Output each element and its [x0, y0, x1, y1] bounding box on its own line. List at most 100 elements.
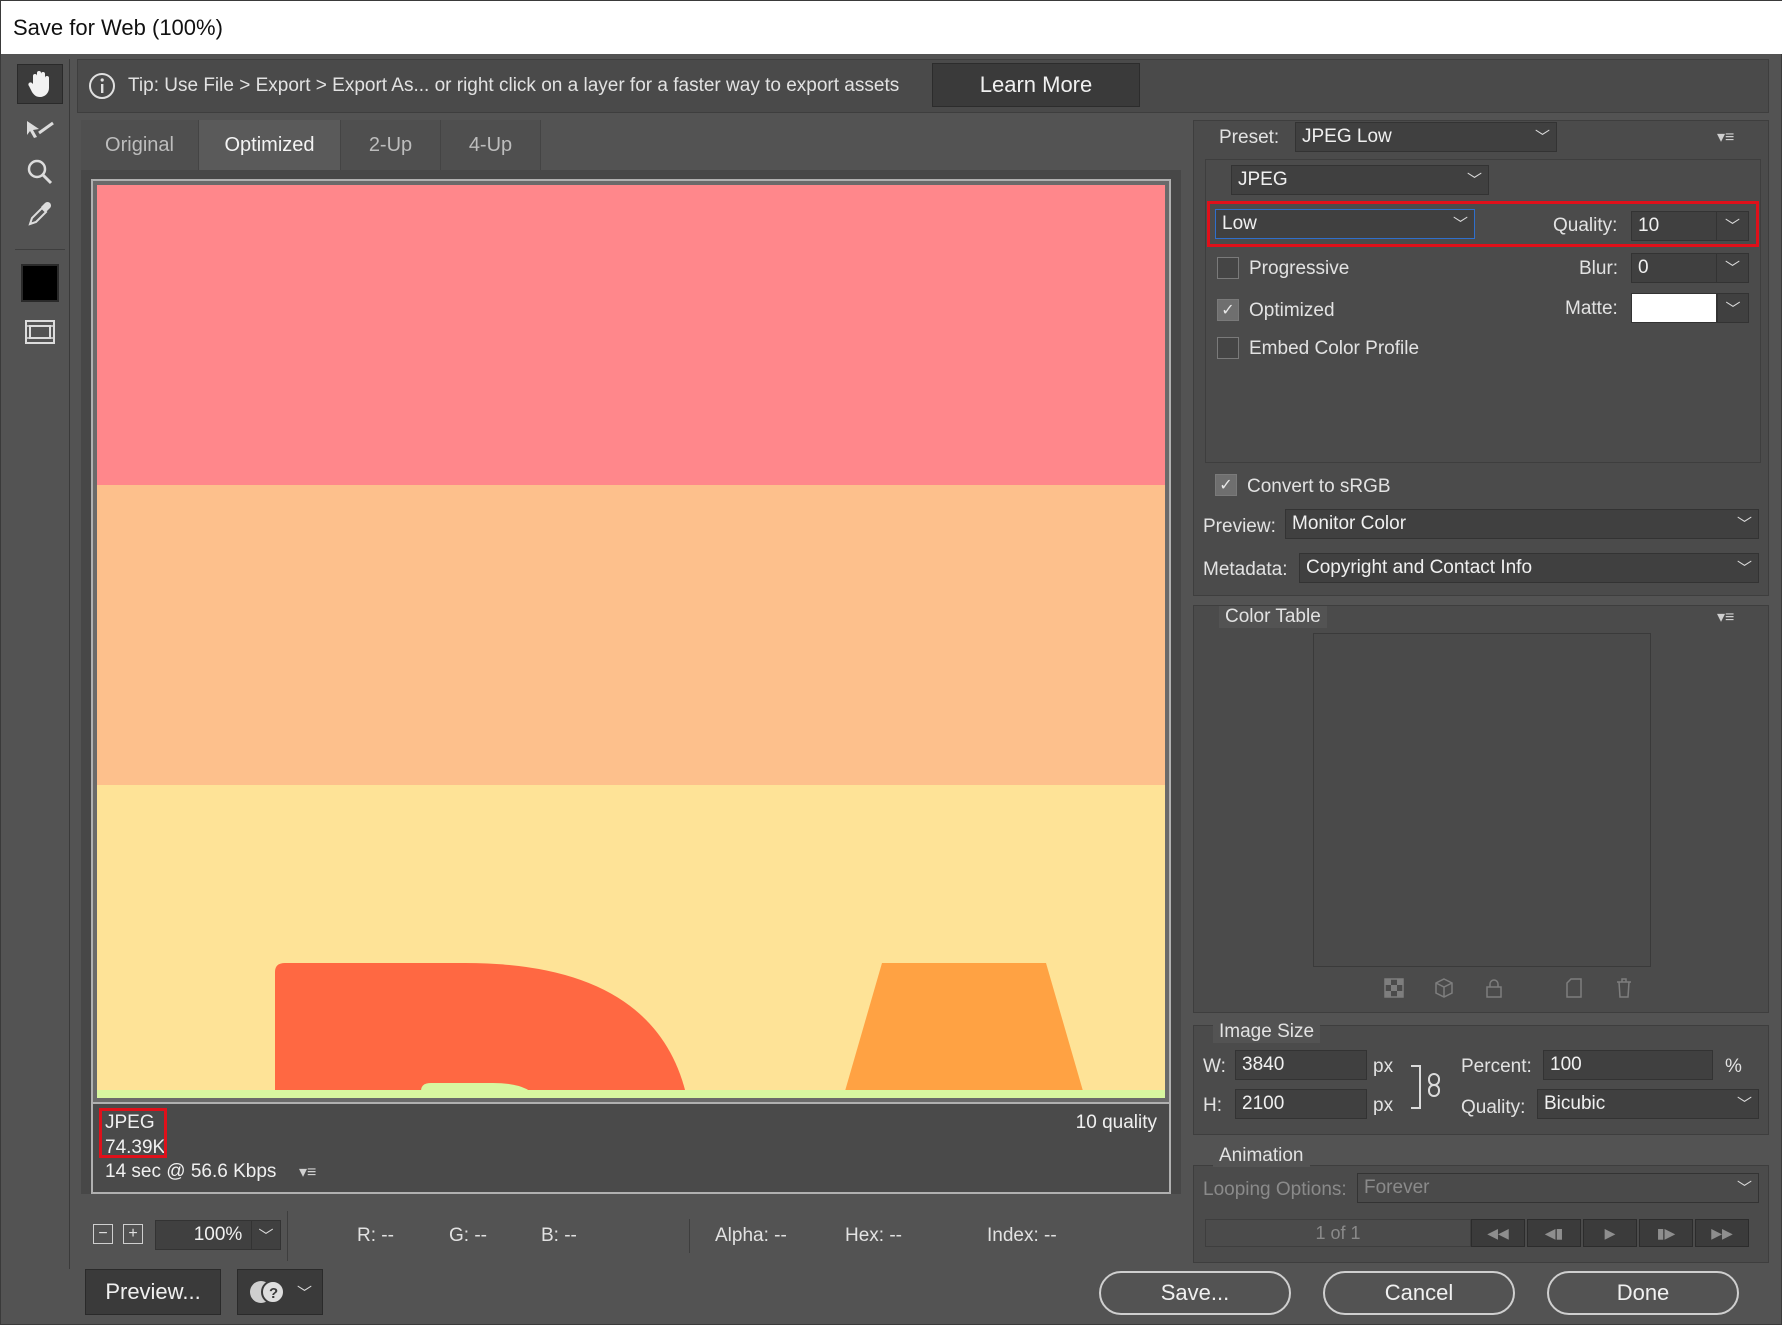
highlight-box [99, 1108, 167, 1158]
preview-color-dropdown[interactable]: Monitor Color ﹀ [1285, 509, 1759, 539]
quality-input[interactable]: 10 ﹀ [1631, 211, 1749, 241]
zoom-out-button[interactable]: − [93, 1224, 113, 1244]
tab-optimized[interactable]: Optimized [199, 120, 341, 170]
tab-original[interactable]: Original [81, 120, 199, 170]
tip-text: Tip: Use File > Export > Export As... or… [128, 75, 900, 96]
percent-unit: % [1725, 1056, 1742, 1077]
chevron-down-icon: ﹀ [1736, 1180, 1752, 1197]
metadata-dropdown[interactable]: Copyright and Contact Info ﹀ [1299, 553, 1759, 583]
eyedropper-icon[interactable] [17, 194, 63, 234]
tip-bar: Tip: Use File > Export > Export As... or… [77, 59, 1769, 113]
alpha-readout: Alpha: -- [715, 1225, 787, 1246]
chevron-down-icon: ﹀ [1466, 172, 1482, 189]
blur-input[interactable]: 0 ﹀ [1631, 253, 1749, 283]
canvas-bottom-strip [97, 1090, 1165, 1098]
chevron-down-icon: ﹀ [1736, 1096, 1752, 1113]
canvas-trapezoid-shape [843, 963, 1085, 1098]
cube-icon [1433, 977, 1455, 999]
cancel-button[interactable]: Cancel [1323, 1271, 1515, 1315]
metadata-label: Metadata: [1203, 559, 1288, 580]
compression-quality-dropdown[interactable]: Low ﹀ [1215, 209, 1475, 239]
chevron-down-icon: ﹀ [1736, 516, 1752, 533]
browser-preview-button[interactable]: ? ﹀ [237, 1269, 323, 1315]
matte-color-swatch[interactable] [1631, 293, 1717, 323]
looping-options-label: Looping Options: [1203, 1179, 1347, 1200]
embed-color-profile-label: Embed Color Profile [1249, 338, 1420, 359]
file-format-dropdown[interactable]: JPEG ﹀ [1231, 165, 1489, 195]
percent-label: Percent: [1461, 1056, 1532, 1077]
first-frame-icon[interactable]: ◀◀ [1471, 1219, 1525, 1247]
lock-icon [1483, 977, 1505, 999]
trash-icon [1613, 977, 1635, 999]
progressive-label: Progressive [1249, 258, 1350, 279]
web-snap-icon [1383, 977, 1405, 999]
progressive-checkbox[interactable] [1217, 257, 1239, 279]
looping-options-dropdown[interactable]: Forever ﹀ [1357, 1173, 1759, 1203]
chevron-down-icon[interactable]: ﹀ [251, 1220, 281, 1250]
link-icon[interactable] [1427, 1073, 1441, 1097]
percent-input[interactable]: 100 [1543, 1050, 1713, 1080]
quality-note: 10 quality [1075, 1112, 1157, 1133]
preset-label: Preset: [1219, 127, 1280, 148]
width-label: W: [1203, 1056, 1226, 1077]
height-input[interactable]: 2100 [1235, 1089, 1367, 1119]
browser-globe-icon: ? [250, 1280, 285, 1304]
toggle-slices-icon[interactable] [17, 312, 63, 352]
looping-options-value: Forever [1364, 1177, 1430, 1198]
resample-quality-label: Quality: [1461, 1097, 1526, 1118]
hand-icon[interactable] [17, 64, 63, 104]
chevron-down-icon: ﹀ [1534, 129, 1550, 146]
blue-readout: B: -- [541, 1225, 577, 1246]
preview-button[interactable]: Preview... [85, 1269, 221, 1315]
previous-frame-icon[interactable]: ◀▮ [1527, 1219, 1581, 1247]
file-format-value: JPEG [1238, 169, 1288, 190]
animation-title: Animation [1213, 1145, 1310, 1167]
tab-2-up[interactable]: 2-Up [341, 120, 441, 170]
matte-label: Matte: [1565, 298, 1618, 319]
chevron-down-icon[interactable]: ﹀ [1717, 293, 1749, 323]
convert-srgb-checkbox[interactable]: ✓ [1215, 474, 1237, 496]
next-frame-icon[interactable]: ▮▶ [1639, 1219, 1693, 1247]
chevron-down-icon[interactable]: ﹀ [1716, 254, 1748, 282]
hex-readout: Hex: -- [845, 1225, 902, 1246]
tab-4-up[interactable]: 4-Up [441, 120, 541, 170]
optimization-info: JPEG 74.39K 14 sec @ 56.6 Kbps ▾≡ 10 qua… [91, 1104, 1171, 1194]
save-for-web-dialog: Save for Web (100%) Tip: Use File > Expo… [0, 0, 1782, 1325]
chevron-down-icon[interactable]: ﹀ [1716, 212, 1748, 240]
preview-label: Preview: [1203, 516, 1276, 537]
width-input[interactable]: 3840 [1235, 1050, 1367, 1080]
save-button[interactable]: Save... [1099, 1271, 1291, 1315]
color-table-menu-icon[interactable]: ▾≡ [1717, 607, 1734, 627]
zoom-in-button[interactable]: + [123, 1224, 143, 1244]
preset-dropdown[interactable]: JPEG Low ﹀ [1295, 122, 1557, 152]
quality-label: Quality: [1553, 215, 1618, 236]
embed-color-profile-checkbox[interactable] [1217, 337, 1239, 359]
color-table-grid[interactable] [1313, 633, 1651, 967]
done-button[interactable]: Done [1547, 1271, 1739, 1315]
learn-more-button[interactable]: Learn More [932, 63, 1140, 107]
chevron-down-icon[interactable]: ﹀ [297, 1282, 312, 1303]
width-unit: px [1373, 1056, 1394, 1077]
last-frame-icon[interactable]: ▶▶ [1695, 1219, 1749, 1247]
color-swatch[interactable] [21, 264, 59, 302]
blur-value: 0 [1638, 257, 1649, 278]
optimized-preview-frame [91, 179, 1171, 1104]
optimized-label: Optimized [1249, 300, 1335, 321]
quality-value: 10 [1638, 215, 1660, 236]
svg-text:?: ? [269, 1285, 278, 1302]
color-table-title: Color Table [1219, 606, 1327, 628]
height-label: H: [1203, 1095, 1222, 1116]
resample-quality-dropdown[interactable]: Bicubic ﹀ [1537, 1089, 1759, 1119]
optimize-menu-icon[interactable]: ▾≡ [1717, 127, 1734, 147]
play-icon[interactable]: ▶ [1583, 1219, 1637, 1247]
download-speed-menu-icon[interactable]: ▾≡ [299, 1162, 316, 1182]
optimized-checkbox[interactable]: ✓ [1217, 299, 1239, 321]
image-canvas[interactable] [97, 185, 1165, 1098]
canvas-band-pink [97, 185, 1165, 485]
slice-select-icon[interactable] [17, 110, 63, 150]
canvas-band-peach [97, 485, 1165, 785]
zoom-icon[interactable] [17, 152, 63, 192]
info-icon [88, 72, 116, 106]
preset-value: JPEG Low [1302, 126, 1392, 147]
zoom-level-value: 100% [193, 1224, 243, 1245]
